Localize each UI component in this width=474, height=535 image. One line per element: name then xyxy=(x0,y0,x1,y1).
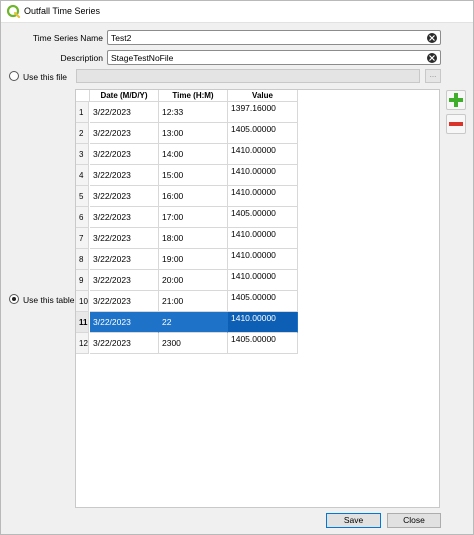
value-cell[interactable]: 1410.00000 xyxy=(228,270,298,291)
value-cell[interactable]: 1410.00000 xyxy=(228,186,298,207)
date-cell[interactable]: 3/22/2023 xyxy=(90,312,159,333)
name-field[interactable]: Test2 xyxy=(107,30,441,45)
minus-icon xyxy=(449,122,463,126)
time-cell[interactable]: 15:00 xyxy=(159,165,228,186)
table-row[interactable]: 4 3/22/2023 15:00 1410.00000 xyxy=(76,165,298,186)
file-path-field[interactable] xyxy=(76,69,420,83)
clear-icon[interactable] xyxy=(427,53,437,63)
browse-button[interactable]: ... xyxy=(425,69,441,83)
time-cell[interactable]: 2300 xyxy=(159,333,228,354)
value-cell[interactable]: 1405.00000 xyxy=(228,291,298,312)
row-number[interactable]: 6 xyxy=(76,207,89,228)
row-number[interactable]: 2 xyxy=(76,123,89,144)
date-cell[interactable]: 3/22/2023 xyxy=(90,249,159,270)
plus-icon xyxy=(449,93,463,107)
table-row[interactable]: 5 3/22/2023 16:00 1410.00000 xyxy=(76,186,298,207)
value-cell[interactable]: 1405.00000 xyxy=(228,123,298,144)
table-row[interactable]: 9 3/22/2023 20:00 1410.00000 xyxy=(76,270,298,291)
time-cell[interactable]: 18:00 xyxy=(159,228,228,249)
date-cell[interactable]: 3/22/2023 xyxy=(90,333,159,354)
table-row[interactable]: 3 3/22/2023 14:00 1410.00000 xyxy=(76,144,298,165)
radio-selected-dot xyxy=(12,297,16,301)
table-row[interactable]: 1 3/22/2023 12:33 1397.16000 xyxy=(76,102,298,123)
title-bar: Outfall Time Series xyxy=(1,1,473,23)
time-cell[interactable]: 12:33 xyxy=(159,102,228,123)
row-number[interactable]: 5 xyxy=(76,186,89,207)
column-header-date[interactable]: Date (M/D/Y) xyxy=(90,90,159,102)
row-number[interactable]: 1 xyxy=(76,102,89,123)
row-number[interactable]: 4 xyxy=(76,165,89,186)
description-field[interactable]: StageTestNoFile xyxy=(107,50,441,65)
value-cell[interactable]: 1410.00000 xyxy=(228,312,298,333)
value-cell[interactable]: 1410.00000 xyxy=(228,228,298,249)
column-header-value[interactable]: Value xyxy=(228,90,298,102)
row-number[interactable]: 11 xyxy=(76,312,89,333)
table-corner xyxy=(76,90,90,102)
use-file-label: Use this file xyxy=(23,72,67,82)
table-row-selected[interactable]: 11 3/22/2023 22 1410.00000 xyxy=(76,312,298,333)
date-cell[interactable]: 3/22/2023 xyxy=(90,207,159,228)
date-cell[interactable]: 3/22/2023 xyxy=(90,165,159,186)
table-row[interactable]: 6 3/22/2023 17:00 1405.00000 xyxy=(76,207,298,228)
table-row[interactable]: 8 3/22/2023 19:00 1410.00000 xyxy=(76,249,298,270)
row-number[interactable]: 12 xyxy=(76,333,89,354)
description-label: Description xyxy=(60,53,103,63)
name-label: Time Series Name xyxy=(32,33,103,43)
use-table-radio[interactable] xyxy=(9,294,19,304)
row-number[interactable]: 3 xyxy=(76,144,89,165)
dialog-window: Outfall Time Series Time Series Name Tes… xyxy=(0,0,474,535)
time-series-table[interactable]: Date (M/D/Y) Time (H:M) Value 1 3/22/202… xyxy=(75,89,440,508)
value-cell[interactable]: 1397.16000 xyxy=(228,102,298,123)
date-cell[interactable]: 3/22/2023 xyxy=(90,102,159,123)
window-title: Outfall Time Series xyxy=(24,6,101,16)
use-file-radio[interactable] xyxy=(9,71,19,81)
date-cell[interactable]: 3/22/2023 xyxy=(90,123,159,144)
time-cell[interactable]: 19:00 xyxy=(159,249,228,270)
row-number[interactable]: 9 xyxy=(76,270,89,291)
date-cell[interactable]: 3/22/2023 xyxy=(90,144,159,165)
value-cell[interactable]: 1405.00000 xyxy=(228,207,298,228)
value-cell[interactable]: 1410.00000 xyxy=(228,165,298,186)
date-cell[interactable]: 3/22/2023 xyxy=(90,270,159,291)
column-header-time[interactable]: Time (H:M) xyxy=(159,90,228,102)
date-cell[interactable]: 3/22/2023 xyxy=(90,228,159,249)
table-row[interactable]: 12 3/22/2023 2300 1405.00000 xyxy=(76,333,298,354)
add-row-button[interactable] xyxy=(446,90,466,110)
clear-icon[interactable] xyxy=(427,33,437,43)
row-number[interactable]: 7 xyxy=(76,228,89,249)
time-cell[interactable]: 21:00 xyxy=(159,291,228,312)
use-table-label: Use this table xyxy=(23,295,75,305)
time-cell[interactable]: 17:00 xyxy=(159,207,228,228)
table-row[interactable]: 10 3/22/2023 21:00 1405.00000 xyxy=(76,291,298,312)
value-cell[interactable]: 1410.00000 xyxy=(228,249,298,270)
row-number[interactable]: 8 xyxy=(76,249,89,270)
value-cell[interactable]: 1405.00000 xyxy=(228,333,298,354)
table-row[interactable]: 2 3/22/2023 13:00 1405.00000 xyxy=(76,123,298,144)
time-cell[interactable]: 20:00 xyxy=(159,270,228,291)
save-button[interactable]: Save xyxy=(326,513,381,528)
close-button[interactable]: Close xyxy=(387,513,441,528)
date-cell[interactable]: 3/22/2023 xyxy=(90,291,159,312)
row-number[interactable]: 10 xyxy=(76,291,89,312)
description-value: StageTestNoFile xyxy=(111,53,174,63)
value-cell[interactable]: 1410.00000 xyxy=(228,144,298,165)
remove-row-button[interactable] xyxy=(446,114,466,134)
qgis-icon xyxy=(7,5,20,18)
time-cell[interactable]: 16:00 xyxy=(159,186,228,207)
date-cell[interactable]: 3/22/2023 xyxy=(90,186,159,207)
table-row[interactable]: 7 3/22/2023 18:00 1410.00000 xyxy=(76,228,298,249)
time-cell[interactable]: 22 xyxy=(159,312,228,333)
name-value: Test2 xyxy=(111,33,132,43)
time-cell[interactable]: 14:00 xyxy=(159,144,228,165)
time-cell[interactable]: 13:00 xyxy=(159,123,228,144)
